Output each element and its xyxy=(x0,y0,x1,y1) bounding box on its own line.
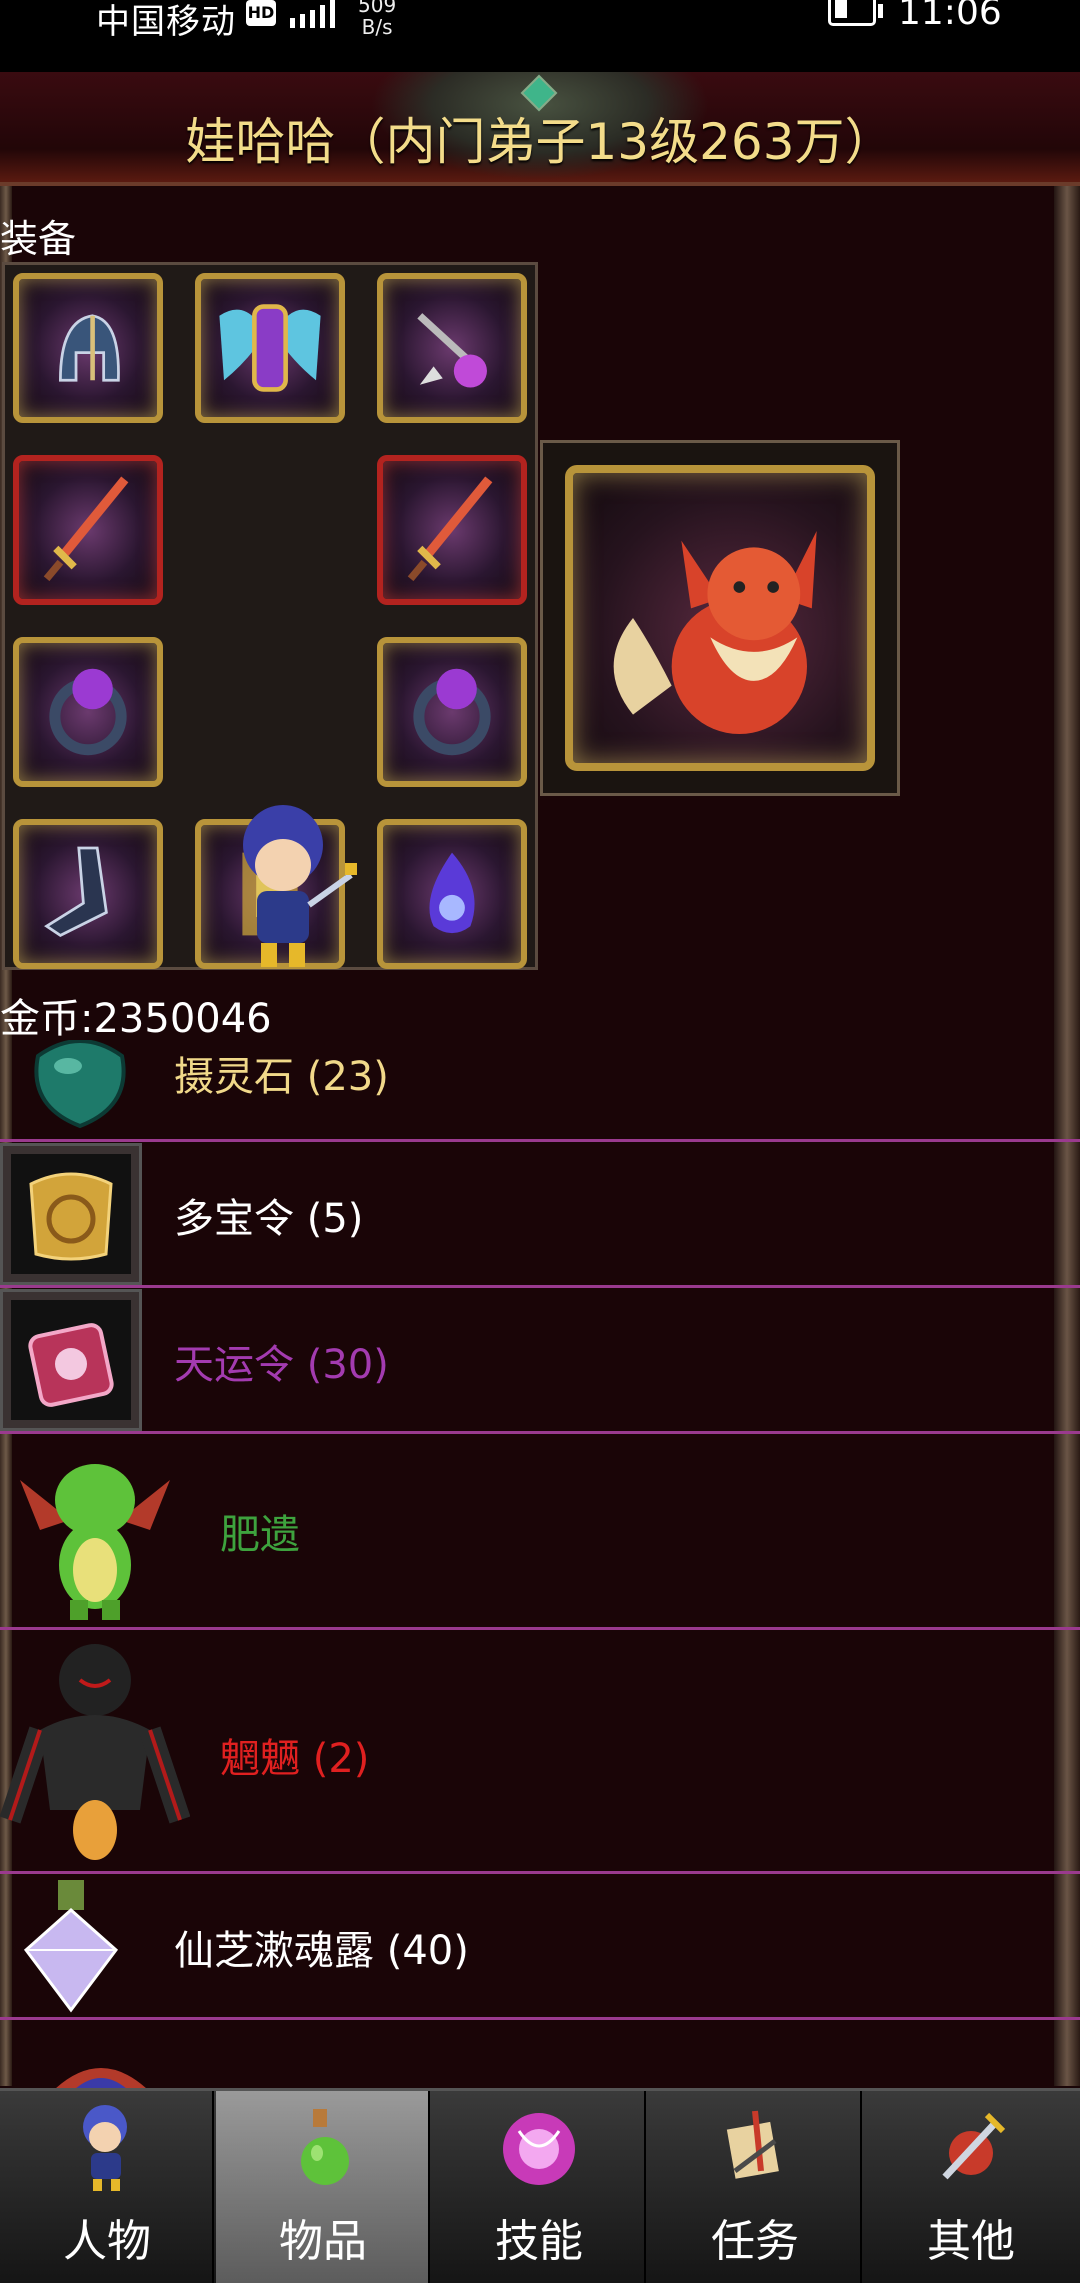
list-item[interactable] xyxy=(0,2020,1080,2088)
dark-demon-icon xyxy=(0,1644,190,1860)
tab-label: 任务 xyxy=(711,2216,799,2267)
tab-items[interactable]: 物品 xyxy=(216,2091,430,2283)
list-item[interactable]: 魍魉 (2) xyxy=(0,1630,1080,1874)
item-name: 多宝令 (5) xyxy=(174,1196,364,1242)
equipment-slot-helmet[interactable] xyxy=(13,273,163,423)
list-item[interactable]: 天运令 (30) xyxy=(0,1288,1080,1434)
item-name: 摄灵石 (23) xyxy=(174,1054,389,1100)
bottom-tab-bar: 人物 物品 技能 任务 其他 xyxy=(0,2088,1080,2283)
hd-badge: HD xyxy=(246,0,276,26)
character-icon xyxy=(83,2105,127,2191)
item-thumb xyxy=(0,1289,142,1431)
equipment-slot-armor[interactable] xyxy=(195,273,345,423)
potion-icon xyxy=(301,2109,349,2185)
sword-icon xyxy=(407,476,493,582)
gold-token-icon xyxy=(11,1154,131,1274)
helmet-icon xyxy=(59,314,120,382)
status-bar: 中国移动 HD 509 B/s 11:06 xyxy=(0,0,1080,72)
wing-armor-icon xyxy=(219,304,321,392)
page-title: 娃哈哈（内门弟子13级263万） xyxy=(185,113,895,171)
gold-balance: 金币:2350046 xyxy=(0,996,272,1042)
tab-label: 其他 xyxy=(927,2216,1015,2267)
item-thumb xyxy=(0,1143,142,1285)
tab-other[interactable]: 其他 xyxy=(864,2091,1080,2283)
magic-orb-icon xyxy=(503,2113,575,2185)
item-name: 肥遗 xyxy=(220,1512,300,1558)
equipment-slot-amulet[interactable] xyxy=(377,273,527,423)
crystal-flask-icon xyxy=(23,1880,119,2013)
item-list[interactable]: 摄灵石 (23) 多宝令 (5) 天运令 (30) 肥遗 魍魉 (2) 仙芝漱魂… xyxy=(0,1040,1080,2088)
tab-skills[interactable]: 技能 xyxy=(432,2091,646,2283)
item-name: 天运令 (30) xyxy=(174,1342,389,1388)
equipment-slot-gem[interactable] xyxy=(377,819,527,969)
equipment-slot-weapon-right[interactable] xyxy=(377,455,527,605)
battery-tip xyxy=(878,4,883,18)
battery-icon xyxy=(828,0,876,26)
equipment-slot-ring-left[interactable] xyxy=(13,637,163,787)
signal-icon xyxy=(290,0,335,28)
amulet-icon xyxy=(417,313,487,388)
equipment-slot-weapon-left[interactable] xyxy=(13,455,163,605)
list-item[interactable]: 仙芝漱魂露 (40) xyxy=(0,1874,1080,2020)
list-item[interactable]: 摄灵石 (23) xyxy=(0,1040,1080,1142)
boots-icon xyxy=(44,846,108,937)
pet-slot[interactable] xyxy=(565,465,875,771)
tab-character[interactable]: 人物 xyxy=(0,2091,214,2283)
pink-token-icon xyxy=(11,1300,131,1420)
equipment-panel xyxy=(2,262,538,970)
item-name: 仙芝漱魂露 (40) xyxy=(174,1928,469,1974)
clock: 11:06 xyxy=(898,0,1002,33)
sword-icon xyxy=(43,476,129,582)
ring-icon xyxy=(49,668,127,756)
fox-pet-icon xyxy=(613,531,817,734)
title-bar: 娃哈哈（内门弟子13级263万） xyxy=(0,72,1080,186)
quest-scroll-icon xyxy=(726,2110,779,2179)
tab-label: 人物 xyxy=(63,2216,151,2267)
equipment-slot-boots[interactable] xyxy=(13,819,163,969)
pet-panel xyxy=(540,440,900,796)
item-name: 魍魉 (2) xyxy=(220,1736,370,1782)
equipment-slot-ring-right[interactable] xyxy=(377,637,527,787)
equipment-label: 装备 xyxy=(0,217,77,261)
tab-label: 物品 xyxy=(279,2216,367,2267)
flame-gem-icon xyxy=(429,852,475,934)
tab-label: 技能 xyxy=(495,2216,583,2267)
list-item[interactable]: 多宝令 (5) xyxy=(0,1142,1080,1288)
green-stone-icon xyxy=(34,1040,126,1129)
green-dragon-icon xyxy=(20,1464,170,1620)
sword-emblem-icon xyxy=(942,2112,1006,2180)
network-speed: 509 B/s xyxy=(358,0,397,39)
character-avatar xyxy=(243,805,357,967)
ring-icon xyxy=(413,668,491,756)
item-thumb xyxy=(56,2068,146,2088)
carrier-name: 中国移动 xyxy=(96,2,236,42)
list-item[interactable]: 肥遗 xyxy=(0,1434,1080,1630)
tab-quests[interactable]: 任务 xyxy=(648,2091,862,2283)
